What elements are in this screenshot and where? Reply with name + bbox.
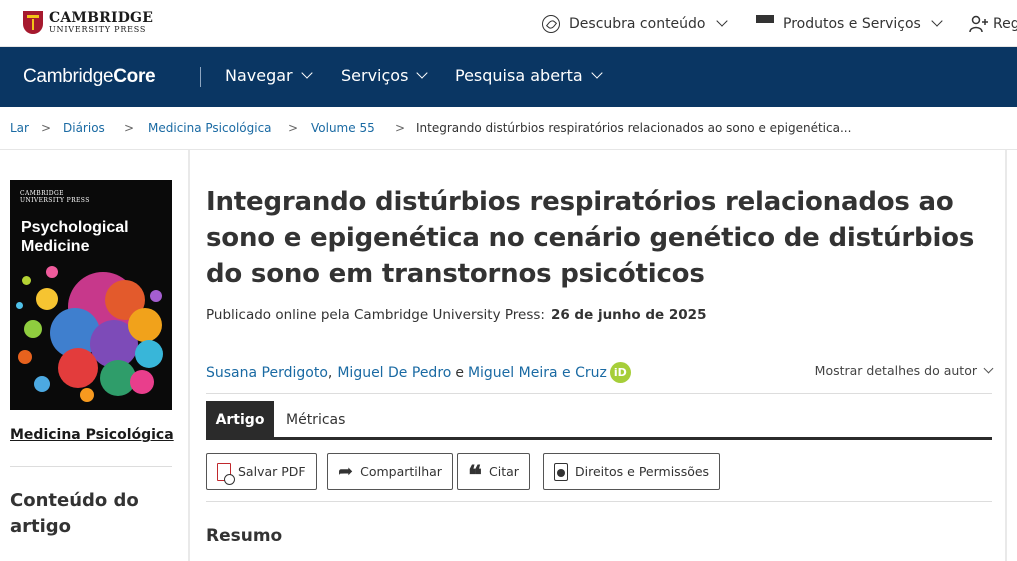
article-title: Integrando distúrbios respiratórios rela… [206,187,975,289]
breadcrumb-separator: > [395,121,406,135]
author-link[interactable]: Miguel De Pedro [337,365,451,381]
nav-browse-label: Navegar [225,66,293,85]
show-author-details-toggle[interactable]: Mostrar detalhes do autor [814,363,994,378]
cambridge-university-press-logo[interactable]: CAMBRIDGE UNIVERSITY PRESS [23,11,153,34]
cite-button[interactable]: ❝ Citar [457,453,530,490]
grid-icon [756,14,774,33]
breadcrumb-separator: > [41,121,52,135]
tab-article[interactable]: Artigo [206,401,274,439]
published-label: Publicado online pela Cambridge Universi… [206,307,545,323]
chevron-down-icon [591,67,603,79]
sidebar-divider [10,466,172,467]
tab-metrics[interactable]: Métricas [286,401,345,439]
author-details-label: Mostrar detalhes do autor [814,363,977,378]
breadcrumb-home[interactable]: Lar [10,121,29,135]
chevron-down-icon [416,67,429,79]
chevron-down-icon [983,363,994,373]
divider [206,393,992,394]
save-pdf-label: Salvar PDF [238,464,306,479]
share-label: Compartilhar [360,464,442,479]
orcid-icon[interactable]: iD [609,362,631,383]
sidebar: CAMBRIDGE UNIVERSITY PRESS Psychological… [0,150,190,561]
cambridge-core-logo[interactable]: CambridgeCore [23,66,156,88]
logo-bold: Core [113,66,156,87]
breadcrumb-volume[interactable]: Volume 55 [311,121,375,135]
save-pdf-button[interactable]: Salvar PDF [206,453,317,490]
products-services-menu[interactable]: Produtos e Serviços [756,0,943,47]
logo-regular: Cambridge [23,66,114,87]
share-button[interactable]: ➦ Compartilhar [327,453,453,490]
rights-permissions-button[interactable]: Direitos e Permissões [543,453,721,490]
article-contents-heading: Conteúdo do artigo [10,490,139,537]
nav-services[interactable]: Serviços [341,66,429,85]
tabs-underline [206,437,992,440]
author-joiner: e [455,364,464,381]
breadcrumb-journals[interactable]: Diários [63,121,105,135]
discover-content-menu[interactable]: Descubra conteúdo [542,0,728,47]
share-icon: ➦ [338,460,354,482]
cover-press-line2: UNIVERSITY PRESS [20,196,90,204]
chevron-down-icon [715,15,728,27]
journal-cover-image[interactable]: CAMBRIDGE UNIVERSITY PRESS Psychological… [10,180,172,410]
main-navigation: CambridgeCore Navegar Serviços Pesquisa … [0,47,1017,107]
cover-title: Psychological Medicine [21,218,129,256]
breadcrumb: Lar > Diários > Medicina Psicológica > V… [0,107,1017,150]
breadcrumb-separator: > [124,121,135,135]
journal-link[interactable]: Medicina Psicológica [10,427,174,443]
cambridge-shield-icon [23,11,43,34]
nav-open-research-label: Pesquisa aberta [455,66,583,85]
nav-services-label: Serviços [341,66,409,85]
discover-content-label: Descubra conteúdo [569,15,706,32]
nav-open-research[interactable]: Pesquisa aberta [455,66,603,85]
published-date: 26 de junho de 2025 [550,307,707,323]
cover-title-line2: Medicine [21,238,90,255]
breadcrumb-current: Integrando distúrbios respiratórios rela… [416,121,852,135]
publisher-name: CAMBRIDGE [49,10,154,26]
author-list: Susana Perdigoto , Miguel De Pedro e Mig… [206,362,631,383]
nav-browse[interactable]: Navegar [225,66,313,85]
breadcrumb-journal[interactable]: Medicina Psicológica [148,121,272,135]
compass-icon [542,14,560,33]
cover-publisher: CAMBRIDGE UNIVERSITY PRESS [20,190,90,204]
top-bar: CAMBRIDGE UNIVERSITY PRESS Descubra cont… [0,0,1017,47]
cover-title-line1: Psychological [21,219,129,236]
publication-info: Publicado online pela Cambridge Universi… [206,307,706,323]
author-link[interactable]: Susana Perdigoto [206,365,328,381]
pdf-icon [217,462,235,485]
rights-permissions-label: Direitos e Permissões [575,464,710,479]
rights-icon [554,462,568,481]
products-services-label: Produtos e Serviços [783,15,921,32]
register-label: Reg [993,15,1017,32]
nav-divider [200,67,201,87]
abstract-heading: Resumo [206,526,283,546]
author-separator: , [327,364,333,381]
breadcrumb-separator: > [288,121,299,135]
person-plus-icon [969,15,988,32]
author-link[interactable]: Miguel Meira e Cruz [468,365,607,381]
divider [206,501,992,502]
chevron-down-icon [931,15,943,27]
cite-label: Citar [489,464,519,479]
chevron-down-icon [300,67,313,79]
quote-icon: ❝ [468,460,482,491]
right-column-border [1005,150,1007,561]
register-link[interactable]: Reg [969,0,1017,47]
publisher-sub: UNIVERSITY PRESS [49,25,147,34]
